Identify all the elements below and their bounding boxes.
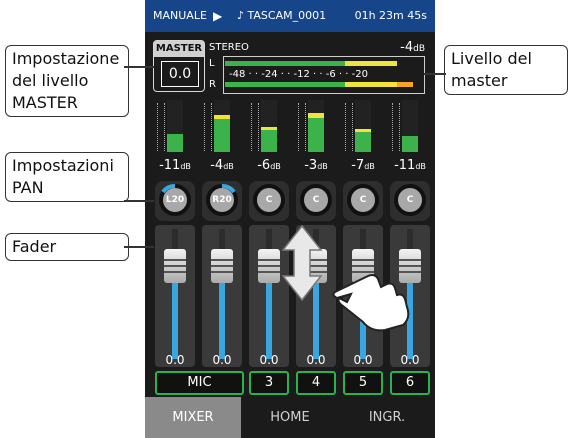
pan-value: C — [351, 188, 375, 212]
callout-master-level: Livello del master — [444, 45, 568, 95]
channel-label-button[interactable]: MIC — [155, 371, 244, 395]
channel-meter-ticks — [204, 103, 212, 151]
channel-meter-green — [402, 136, 418, 152]
channel-db-readout: -11dB — [159, 158, 191, 173]
mixer-screen: MANUALE ▶ ♪ TASCAM_0001 01h 23m 45s MAST… — [145, 0, 435, 438]
master-meter-left-yellow — [345, 61, 397, 66]
record-time: 01h 23m 45s — [354, 9, 427, 22]
fader-value: 0.0 — [400, 353, 420, 367]
up-down-arrow-icon — [281, 224, 323, 302]
master-level-value: 0.0 — [161, 61, 199, 87]
channel-meter-ticks — [298, 103, 306, 151]
pan-knob[interactable]: C — [390, 181, 430, 221]
channel-meter-green — [261, 130, 277, 152]
fader-value: 0.0 — [353, 353, 373, 367]
channel-meter-green — [355, 132, 371, 152]
file-name: ♪ TASCAM_0001 — [237, 9, 327, 22]
fader-value: 0.0 — [259, 353, 279, 367]
callout-master-setting: Impostazione del livello MASTER — [5, 45, 129, 117]
channel-db-readout: -6dB — [257, 158, 281, 173]
fader-value: 0.0 — [306, 353, 326, 367]
master-button-label: MASTER — [154, 41, 204, 57]
pan-knob[interactable]: C — [343, 181, 383, 221]
master-meter-right-orange — [397, 82, 413, 87]
channel-label-button[interactable]: 6 — [390, 371, 430, 395]
play-icon: ▶ — [213, 9, 223, 23]
pan-value: R20 — [210, 188, 234, 212]
left-channel-label: L — [209, 58, 215, 69]
fader-track[interactable] — [155, 225, 195, 367]
fader-handle[interactable] — [211, 249, 233, 283]
channel-label-button[interactable]: 5 — [343, 371, 383, 395]
channel-label-button[interactable]: 4 — [296, 371, 336, 395]
tab-home[interactable]: HOME — [242, 397, 338, 438]
tab-input[interactable]: INGR. — [339, 397, 435, 438]
pan-knob[interactable]: C — [249, 181, 289, 221]
meter-scale: -48 · · -24 · · -12 · · -6 · · -20 — [229, 69, 368, 80]
pan-value: C — [398, 188, 422, 212]
master-meter-left-green — [225, 61, 345, 66]
fader-track[interactable] — [202, 225, 242, 367]
fader-value: 0.0 — [165, 353, 185, 367]
channel-meter-ticks — [392, 103, 400, 151]
pan-value: L20 — [163, 188, 187, 212]
channel-meter-yellow — [261, 127, 277, 130]
master-meter-right-green — [225, 82, 345, 87]
tab-bar: MIXER HOME INGR. — [145, 397, 435, 438]
channel-meter-green — [167, 134, 183, 152]
pan-value: C — [257, 188, 281, 212]
channel-db-readout: -11dB — [394, 158, 426, 173]
mode-label: MANUALE — [153, 9, 207, 22]
channel-meter-ticks — [345, 103, 353, 151]
leader-pan — [124, 200, 154, 202]
channel-db-readout: -7dB — [351, 158, 375, 173]
tab-mixer[interactable]: MIXER — [145, 397, 241, 438]
stereo-label: STEREO — [209, 42, 249, 53]
status-bar: MANUALE ▶ ♪ TASCAM_0001 01h 23m 45s — [145, 0, 435, 32]
pan-knob[interactable]: R20 — [202, 181, 242, 221]
right-channel-label: R — [209, 79, 216, 90]
pan-value: C — [304, 188, 328, 212]
channel-meter-green — [214, 119, 230, 152]
hand-cursor-icon — [332, 274, 410, 332]
channel-meter-green — [308, 118, 324, 152]
callout-fader: Fader — [5, 233, 129, 261]
callout-pan: Impostazioni PAN — [5, 152, 129, 202]
master-meter-right-yellow — [345, 82, 397, 87]
channel-meter-yellow — [308, 113, 324, 118]
channel-meter-yellow — [355, 129, 371, 132]
pan-knob[interactable]: C — [296, 181, 336, 221]
channel-meter-ticks — [157, 103, 165, 151]
channel-label-button[interactable]: 3 — [249, 371, 289, 395]
channel-meter-ticks — [251, 103, 259, 151]
leader-master-setting — [124, 66, 154, 68]
master-db-readout: -4dB — [400, 40, 425, 55]
leader-fader — [124, 246, 154, 248]
master-level-button[interactable]: MASTER 0.0 — [153, 40, 205, 92]
channel-db-readout: -4dB — [210, 158, 234, 173]
fader-value: 0.0 — [212, 353, 232, 367]
channel-db-readout: -3dB — [304, 158, 328, 173]
leader-master-level — [424, 73, 446, 75]
fader-handle[interactable] — [164, 249, 186, 283]
channel-meter-yellow — [214, 115, 230, 119]
pan-knob[interactable]: L20 — [155, 181, 195, 221]
